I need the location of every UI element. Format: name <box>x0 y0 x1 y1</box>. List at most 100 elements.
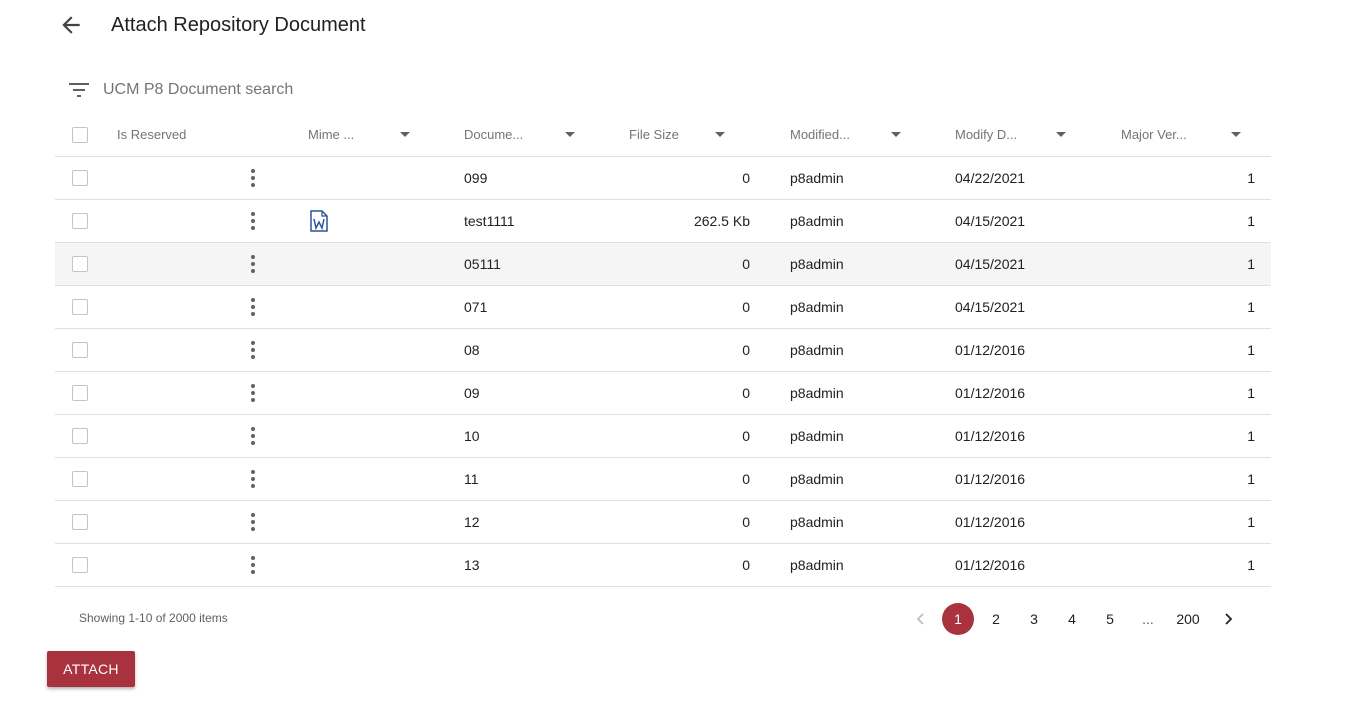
table-row[interactable]: 11 0 p8admin 01/12/2016 1 <box>55 458 1271 501</box>
column-header-major-version[interactable]: Major Ver... <box>1121 114 1187 156</box>
more-options-icon[interactable] <box>246 513 260 531</box>
modify-date-sort-icon[interactable] <box>1056 132 1066 137</box>
row-select-checkbox[interactable] <box>72 256 88 272</box>
document-cell: 099 <box>464 170 488 186</box>
select-all-checkbox[interactable] <box>72 127 88 143</box>
modify-date-cell: 01/12/2016 <box>955 471 1026 487</box>
mime-type-sort-icon[interactable] <box>400 132 410 137</box>
file-size-cell: 0 <box>742 299 750 315</box>
page-title: Attach Repository Document <box>111 14 366 36</box>
file-size-cell: 0 <box>742 170 750 186</box>
column-header-modified-by[interactable]: Modified... <box>790 114 850 156</box>
major-version-cell: 1 <box>1247 170 1255 186</box>
table-row[interactable]: 08 0 p8admin 01/12/2016 1 <box>55 329 1271 372</box>
column-header-is-reserved[interactable]: Is Reserved <box>117 114 186 156</box>
previous-page-icon[interactable] <box>911 603 931 635</box>
column-header-document[interactable]: Docume... <box>464 114 523 156</box>
more-options-icon[interactable] <box>246 341 260 359</box>
filter-icon[interactable] <box>68 80 90 100</box>
back-arrow-icon[interactable] <box>58 12 84 38</box>
word-document-icon <box>310 210 328 232</box>
row-select-checkbox[interactable] <box>72 428 88 444</box>
row-select-checkbox[interactable] <box>72 471 88 487</box>
modify-date-cell: 01/12/2016 <box>955 514 1026 530</box>
table-row[interactable]: 071 0 p8admin 04/15/2021 1 <box>55 286 1271 329</box>
pagination-status: Showing 1-10 of 2000 items <box>79 611 228 625</box>
attach-button[interactable]: ATTACH <box>47 651 135 687</box>
modify-date-cell: 04/22/2021 <box>955 170 1026 186</box>
major-version-cell: 1 <box>1247 514 1255 530</box>
column-header-mime-type[interactable]: Mime ... <box>308 114 354 156</box>
grid-body: 099 0 p8admin 04/22/2021 1 test1111 262.5 Kb p8… <box>55 157 1271 587</box>
page-header: Attach Repository Document <box>0 0 1365 52</box>
modify-date-cell: 01/12/2016 <box>955 428 1026 444</box>
table-row[interactable]: 05111 0 p8admin 04/15/2021 1 <box>55 243 1271 286</box>
more-options-icon[interactable] <box>246 169 260 187</box>
major-version-cell: 1 <box>1247 471 1255 487</box>
column-header-modify-date[interactable]: Modify D... <box>955 114 1017 156</box>
row-select-checkbox[interactable] <box>72 213 88 229</box>
major-version-cell: 1 <box>1247 299 1255 315</box>
major-version-cell: 1 <box>1247 342 1255 358</box>
more-options-icon[interactable] <box>246 255 260 273</box>
modify-date-cell: 01/12/2016 <box>955 557 1026 573</box>
file-size-cell: 0 <box>742 428 750 444</box>
document-cell: 13 <box>464 557 480 573</box>
more-options-icon[interactable] <box>246 298 260 316</box>
table-row[interactable]: 12 0 p8admin 01/12/2016 1 <box>55 501 1271 544</box>
modified-by-cell: p8admin <box>790 213 844 229</box>
page-button-4[interactable]: 4 <box>1056 603 1088 635</box>
modified-by-cell: p8admin <box>790 385 844 401</box>
file-size-sort-icon[interactable] <box>715 132 725 137</box>
major-version-cell: 1 <box>1247 385 1255 401</box>
row-select-checkbox[interactable] <box>72 170 88 186</box>
more-options-icon[interactable] <box>246 212 260 230</box>
row-select-checkbox[interactable] <box>72 514 88 530</box>
modify-date-cell: 01/12/2016 <box>955 385 1026 401</box>
next-page-icon[interactable] <box>1218 603 1238 635</box>
table-row[interactable]: test1111 262.5 Kb p8admin 04/15/2021 1 <box>55 200 1271 243</box>
modified-by-cell: p8admin <box>790 557 844 573</box>
more-options-icon[interactable] <box>246 427 260 445</box>
document-sort-icon[interactable] <box>565 132 575 137</box>
document-cell: 12 <box>464 514 480 530</box>
document-cell: test1111 <box>464 213 515 229</box>
column-header-file-size[interactable]: File Size <box>629 114 679 156</box>
file-size-cell: 0 <box>742 342 750 358</box>
major-version-sort-icon[interactable] <box>1231 132 1241 137</box>
modified-by-cell: p8admin <box>790 514 844 530</box>
file-size-cell: 0 <box>742 256 750 272</box>
page-button-200[interactable]: 200 <box>1168 603 1208 635</box>
modified-by-cell: p8admin <box>790 170 844 186</box>
more-options-icon[interactable] <box>246 384 260 402</box>
more-options-icon[interactable] <box>246 470 260 488</box>
modified-by-sort-icon[interactable] <box>891 132 901 137</box>
document-cell: 10 <box>464 428 480 444</box>
row-select-checkbox[interactable] <box>72 342 88 358</box>
document-cell: 09 <box>464 385 480 401</box>
modify-date-cell: 04/15/2021 <box>955 213 1026 229</box>
page-button-3[interactable]: 3 <box>1018 603 1050 635</box>
search-input[interactable] <box>103 78 503 102</box>
page-button-1[interactable]: 1 <box>942 603 974 635</box>
row-select-checkbox[interactable] <box>72 385 88 401</box>
grid-header: Is Reserved Mime ... Docume... File Size… <box>55 114 1271 157</box>
major-version-cell: 1 <box>1247 557 1255 573</box>
modified-by-cell: p8admin <box>790 299 844 315</box>
page-button-2[interactable]: 2 <box>980 603 1012 635</box>
major-version-cell: 1 <box>1247 428 1255 444</box>
document-cell: 11 <box>464 471 479 487</box>
table-row[interactable]: 13 0 p8admin 01/12/2016 1 <box>55 544 1271 587</box>
row-select-checkbox[interactable] <box>72 299 88 315</box>
table-row[interactable]: 10 0 p8admin 01/12/2016 1 <box>55 415 1271 458</box>
table-row[interactable]: 099 0 p8admin 04/22/2021 1 <box>55 157 1271 200</box>
row-select-checkbox[interactable] <box>72 557 88 573</box>
file-size-cell: 0 <box>742 514 750 530</box>
file-size-cell: 262.5 Kb <box>693 213 750 229</box>
table-row[interactable]: 09 0 p8admin 01/12/2016 1 <box>55 372 1271 415</box>
more-options-icon[interactable] <box>246 556 260 574</box>
document-cell: 071 <box>464 299 488 315</box>
modify-date-cell: 04/15/2021 <box>955 299 1026 315</box>
file-size-cell: 0 <box>742 385 750 401</box>
page-button-5[interactable]: 5 <box>1094 603 1126 635</box>
